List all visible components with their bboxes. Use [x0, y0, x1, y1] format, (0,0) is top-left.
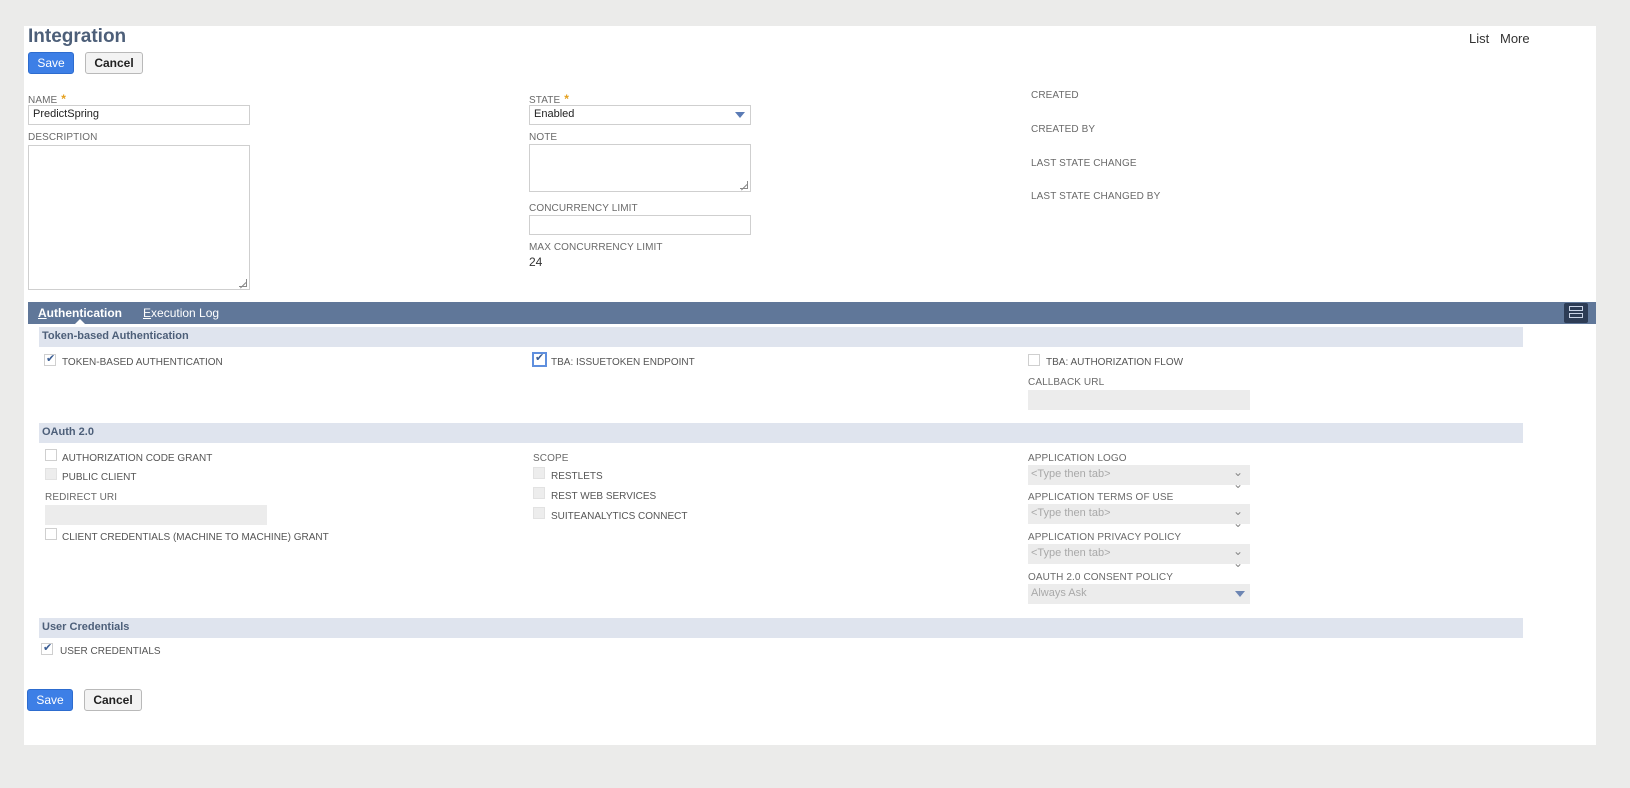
tab-authentication-label: uthentication	[46, 306, 122, 320]
concurrency-limit-field[interactable]	[529, 215, 751, 235]
subtab-bar: Authentication Execution Log	[28, 302, 1596, 324]
tab-authentication-accesskey: A	[38, 306, 47, 320]
consent-policy-select[interactable]: Always Ask	[1028, 584, 1250, 604]
max-concurrency-limit-label: MAX CONCURRENCY LIMIT	[529, 242, 663, 253]
resize-grip-icon[interactable]	[239, 279, 247, 287]
tba-authorization-flow-checkbox[interactable]	[1028, 354, 1040, 366]
client-credentials-grant-label: CLIENT CREDENTIALS (MACHINE TO MACHINE) …	[62, 532, 329, 543]
required-marker: *	[564, 92, 570, 106]
last-state-changed-by-label: LAST STATE CHANGED BY	[1031, 191, 1161, 202]
description-textarea[interactable]	[28, 145, 250, 290]
tab-authentication[interactable]: Authentication	[38, 306, 122, 320]
tab-execution-log[interactable]: Execution Log	[143, 306, 219, 320]
redirect-uri-label: REDIRECT URI	[45, 492, 118, 503]
authorization-code-grant-checkbox[interactable]	[45, 449, 57, 461]
save-button-bottom[interactable]: Save	[27, 689, 73, 711]
suiteanalytics-connect-checkbox[interactable]	[533, 507, 545, 519]
tba-authorization-flow-label: TBA: AUTHORIZATION FLOW	[1046, 357, 1184, 368]
application-privacy-placeholder: <Type then tab>	[1031, 547, 1111, 559]
collapse-sections-icon[interactable]	[1564, 303, 1588, 323]
application-privacy-field[interactable]: <Type then tab> ⌄ ⌄	[1028, 544, 1250, 569]
save-button-top[interactable]: Save	[28, 52, 74, 74]
section-user-credentials[interactable]: User Credentials	[39, 618, 1523, 638]
callback-url-label: CALLBACK URL	[1028, 377, 1105, 388]
integration-page: Integration List More Save Cancel NAME * …	[24, 26, 1596, 745]
application-terms-placeholder: <Type then tab>	[1031, 507, 1111, 519]
authorization-code-grant-label: AUTHORIZATION CODE GRANT	[62, 453, 213, 464]
section-token-based-authentication[interactable]: Token-based Authentication	[39, 327, 1523, 347]
user-credentials-checkbox[interactable]	[41, 641, 53, 655]
created-by-label: CREATED BY	[1031, 124, 1096, 135]
name-field[interactable]: PredictSpring	[28, 105, 250, 125]
description-label: DESCRIPTION	[28, 132, 98, 143]
active-tab-caret-icon	[75, 319, 85, 324]
tba-issuetoken-endpoint-checkbox[interactable]	[532, 351, 547, 367]
cancel-button-bottom[interactable]: Cancel	[84, 689, 142, 711]
state-label: STATE *	[529, 92, 570, 106]
double-chevron-down-icon[interactable]: ⌄ ⌄	[1233, 505, 1243, 529]
created-label: CREATED	[1031, 90, 1079, 101]
scope-label: SCOPE	[533, 453, 569, 464]
cancel-button-top[interactable]: Cancel	[85, 52, 143, 74]
user-credentials-label: USER CREDENTIALS	[60, 646, 161, 657]
tba-issuetoken-endpoint-label: TBA: ISSUETOKEN ENDPOINT	[551, 357, 695, 368]
suiteanalytics-connect-label: SUITEANALYTICS CONNECT	[551, 511, 688, 522]
callback-url-field[interactable]	[1028, 390, 1250, 410]
public-client-checkbox[interactable]	[45, 468, 57, 480]
token-based-authentication-label: TOKEN-BASED AUTHENTICATION	[62, 357, 223, 368]
application-terms-label: APPLICATION TERMS OF USE	[1028, 492, 1174, 503]
rest-web-services-checkbox[interactable]	[533, 487, 545, 499]
double-chevron-down-icon[interactable]: ⌄ ⌄	[1233, 545, 1243, 569]
max-concurrency-limit-value: 24	[529, 255, 543, 269]
concurrency-limit-label: CONCURRENCY LIMIT	[529, 203, 638, 214]
section-oauth-2[interactable]: OAuth 2.0	[39, 423, 1523, 443]
client-credentials-grant-checkbox[interactable]	[45, 528, 57, 540]
application-logo-label: APPLICATION LOGO	[1028, 453, 1127, 464]
rest-web-services-label: REST WEB SERVICES	[551, 491, 657, 502]
note-textarea[interactable]	[529, 144, 751, 192]
tab-execution-log-accesskey: E	[143, 306, 152, 320]
dropdown-arrow-icon[interactable]	[1235, 591, 1245, 597]
state-select[interactable]: Enabled	[529, 105, 751, 125]
more-link[interactable]: More	[1500, 31, 1530, 46]
application-privacy-label: APPLICATION PRIVACY POLICY	[1028, 532, 1182, 543]
note-label: NOTE	[529, 132, 558, 143]
public-client-label: PUBLIC CLIENT	[62, 472, 137, 483]
restlets-label: RESTLETS	[551, 471, 603, 482]
application-terms-field[interactable]: <Type then tab> ⌄ ⌄	[1028, 504, 1250, 529]
restlets-checkbox[interactable]	[533, 467, 545, 479]
required-marker: *	[61, 92, 67, 106]
last-state-change-label: LAST STATE CHANGE	[1031, 158, 1137, 169]
resize-grip-icon[interactable]	[740, 181, 748, 189]
consent-policy-label: OAUTH 2.0 CONSENT POLICY	[1028, 572, 1174, 583]
redirect-uri-field[interactable]	[45, 505, 267, 525]
page-title: Integration	[28, 26, 127, 47]
application-logo-placeholder: <Type then tab>	[1031, 468, 1111, 480]
name-label: NAME *	[28, 92, 67, 106]
consent-policy-value: Always Ask	[1031, 587, 1087, 599]
list-link[interactable]: List	[1469, 31, 1489, 46]
tab-execution-log-label: xecution Log	[151, 306, 220, 320]
dropdown-arrow-icon[interactable]	[735, 112, 745, 118]
double-chevron-down-icon[interactable]: ⌄ ⌄	[1233, 466, 1243, 490]
application-logo-field[interactable]: <Type then tab> ⌄ ⌄	[1028, 465, 1250, 490]
state-value: Enabled	[534, 108, 575, 120]
token-based-authentication-checkbox[interactable]	[44, 352, 56, 366]
